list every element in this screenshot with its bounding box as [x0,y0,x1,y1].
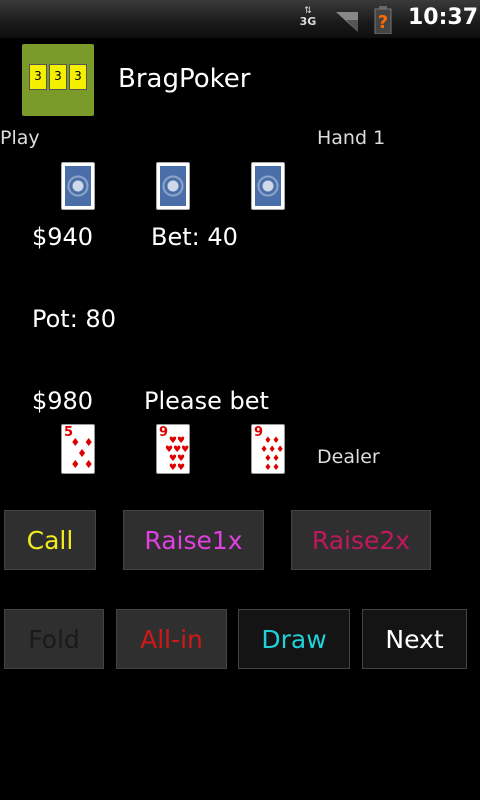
call-button[interactable]: Call [4,510,96,570]
allin-button[interactable]: All-in [116,609,227,669]
app-icon-card: 3 [49,64,67,90]
hand-label: Hand 1 [317,127,386,149]
app-icon-card: 3 [69,64,87,90]
player-card: 9 ♦♦ ♦♦♦ ♦♦ ♦♦ [251,424,285,474]
pot-label: Pot: 80 [32,305,116,333]
opponent-card-back [156,162,190,210]
signal-strength-icon [336,12,358,32]
next-button[interactable]: Next [362,609,467,669]
player-card: 5 ♦ ♦ ♦ ♦ ♦ [61,424,95,474]
player-card: 9 ♥♥ ♥♥♥ ♥♥ ♥♥ [156,424,190,474]
fold-button[interactable]: Fold [4,609,104,669]
opponent-card-back [61,162,95,210]
app-icon-card: 3 [29,64,47,90]
opponent-bet: Bet: 40 [151,223,238,251]
opponent-card-back [251,162,285,210]
opponent-money: $940 [32,223,94,251]
raise2x-button[interactable]: Raise2x [291,510,431,570]
app-title: BragPoker [118,64,251,94]
app-icon: 3 3 3 [22,44,94,116]
player-money: $980 [32,387,94,415]
svg-text:?: ? [378,12,388,33]
dealer-label: Dealer [317,446,380,468]
draw-button[interactable]: Draw [238,609,350,669]
status-message: Please bet [144,387,269,415]
mode-label: Play [0,127,40,149]
network-3g-icon: ⇅ 3G [299,6,317,28]
raise1x-button[interactable]: Raise1x [123,510,264,570]
clock: 10:37 [408,5,479,30]
battery-alert-icon: ? [374,6,392,34]
